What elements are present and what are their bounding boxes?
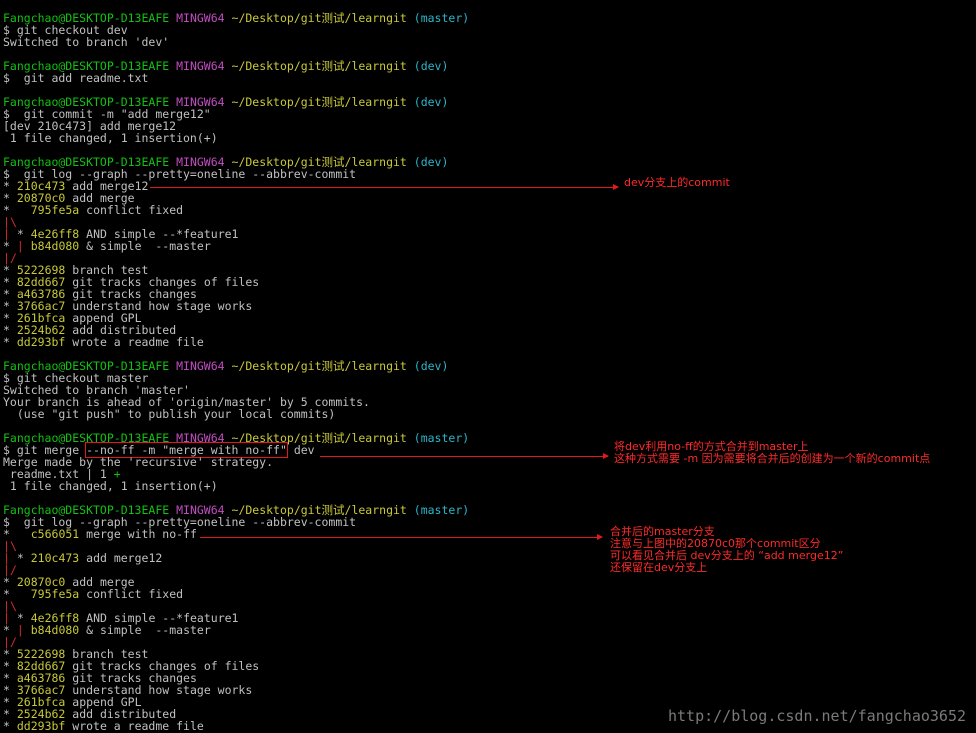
watermark: http://blog.csdn.net/fangchao3652 <box>667 707 966 725</box>
annotation-arrow-1 <box>150 184 619 190</box>
commit-message: & simple --master <box>79 623 211 637</box>
annotation-arrow-2 <box>320 453 609 459</box>
log-entry: * 3766ac7 understand how stage works <box>3 300 973 312</box>
commit-message: merge with no-ff <box>79 527 197 541</box>
prompt-branch: (master) <box>413 431 470 445</box>
command-line: $ git add readme.txt <box>3 71 149 85</box>
log-entry: |/ <box>3 636 973 648</box>
log-entry: * dd293bf wrote a readme file <box>3 336 973 348</box>
annotation-arrow-3 <box>200 534 603 540</box>
prompt-branch: (dev) <box>413 359 449 373</box>
prompt-path: ~/Desktop/git测试/learngit <box>231 359 407 373</box>
prompt-path: ~/Desktop/git测试/learngit <box>231 95 407 109</box>
commit-message: & simple --master <box>79 239 211 253</box>
prompt-branch: (dev) <box>413 155 449 169</box>
output-line: 1 file changed, 1 insertion(+) <box>3 479 218 493</box>
annotation-dev-commit: dev分支上的commit <box>624 176 730 189</box>
command-line: $ git log --graph --pretty=oneline --abb… <box>3 167 357 181</box>
graph-chars: * <box>3 335 10 349</box>
log-entry: |/ <box>3 252 973 264</box>
log-entry: * 210c473 add merge12 <box>3 180 973 192</box>
commit-message: add merge12 <box>79 551 163 565</box>
commit-hash: dd293bf <box>16 719 66 733</box>
terminal-output: Fangchao@DESKTOP-D13EAFE MINGW64 ~/Deskt… <box>3 12 973 732</box>
prompt-line: Fangchao@DESKTOP-D13EAFE MINGW64 ~/Deskt… <box>3 12 973 24</box>
annotation-merged-master: 合并后的master分支 注意与上图中的20870c0那个commit区分 可以看见… <box>610 526 843 574</box>
annotation-line: 还保留在dev分支上 <box>610 561 708 574</box>
prompt-branch: (dev) <box>413 59 449 73</box>
annotation-merge-noff: 将dev利用no-ff的方式合并到master上 这种方式需要 -m 因为需要将合… <box>614 441 930 465</box>
annotation-line: 这种方式需要 -m 因为需要将合并后的创建为一个新的commit点 <box>614 452 931 465</box>
prompt-line: Fangchao@DESKTOP-D13EAFE MINGW64 ~/Deskt… <box>3 60 973 72</box>
merge-branch-arg: dev <box>286 443 315 457</box>
prompt-branch: (dev) <box>413 95 449 109</box>
prompt-path: ~/Desktop/git测试/learngit <box>231 59 407 73</box>
prompt-branch: (master) <box>413 503 470 517</box>
log-entry: * 3766ac7 understand how stage works <box>3 684 973 696</box>
output-line: (use "git push" to publish your local co… <box>3 407 336 421</box>
commit-hash: dd293bf <box>16 335 66 349</box>
log-entry: * | b84d080 & simple --master <box>3 240 973 252</box>
log-entry: * | b84d080 & simple --master <box>3 624 973 636</box>
prompt-shell: MINGW64 <box>176 11 225 25</box>
commit-message: wrote a readme file <box>65 335 204 349</box>
graph-chars: * <box>3 719 10 733</box>
commit-hash: b84d080 <box>30 623 80 637</box>
commit-hash: 795fe5a <box>30 587 80 601</box>
log-entry: * 795fe5a conflict fixed <box>3 588 973 600</box>
commit-hash: c566051 <box>30 527 80 541</box>
prompt-branch: (master) <box>413 11 470 25</box>
prompt-shell: MINGW64 <box>176 59 225 73</box>
commit-message: wrote a readme file <box>65 719 204 733</box>
output-line: 1 file changed, 1 insertion(+) <box>3 131 218 145</box>
prompt-line: Fangchao@DESKTOP-D13EAFE MINGW64 ~/Deskt… <box>3 360 973 372</box>
git-log-graph-1: * 210c473 add merge12 * 20870c0 add merge… <box>3 180 973 348</box>
commit-message: conflict fixed <box>79 587 184 601</box>
output-line: Switched to branch 'dev' <box>3 35 170 49</box>
prompt-shell: MINGW64 <box>176 359 225 373</box>
commit-message: conflict fixed <box>79 203 184 217</box>
prompt-path: ~/Desktop/git测试/learngit <box>231 11 407 25</box>
log-entry: * 795fe5a conflict fixed <box>3 204 973 216</box>
commit-hash: 210c473 <box>30 551 80 565</box>
commit-hash: b84d080 <box>30 239 80 253</box>
commit-hash: 795fe5a <box>30 203 80 217</box>
